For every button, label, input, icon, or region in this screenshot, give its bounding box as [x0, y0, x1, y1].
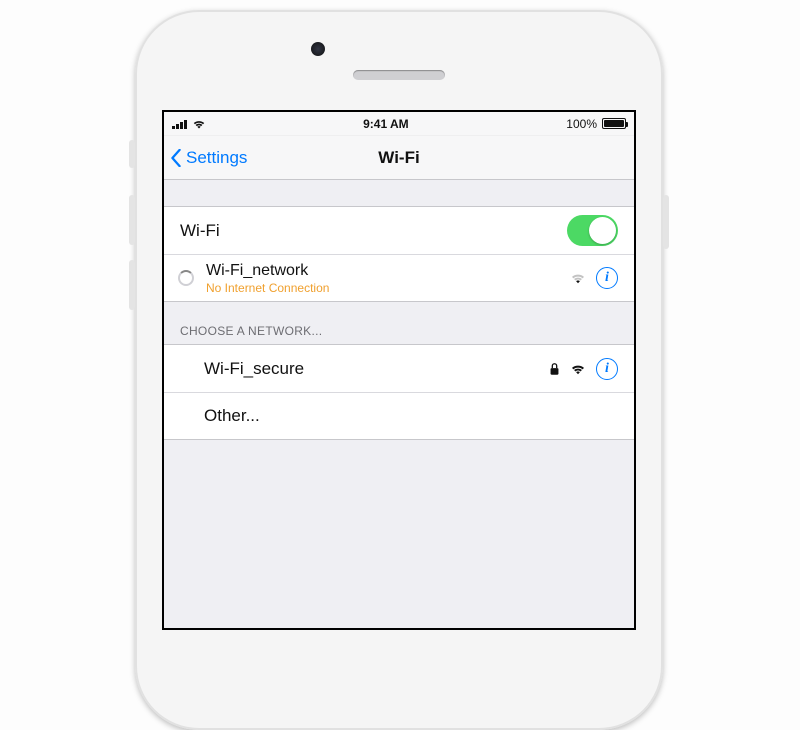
back-label: Settings [186, 148, 247, 168]
wifi-status-icon [192, 119, 206, 129]
volume-down-button [129, 260, 135, 310]
phone-frame: 9:41 AM 100% Settings Wi-Fi Wi-Fi [135, 10, 663, 730]
nav-header: Settings Wi-Fi [164, 136, 634, 180]
networks-section-header: Choose a Network... [164, 302, 634, 344]
screen: 9:41 AM 100% Settings Wi-Fi Wi-Fi [162, 110, 636, 630]
power-button [663, 195, 669, 249]
page-title: Wi-Fi [378, 148, 419, 168]
front-camera [311, 42, 325, 56]
info-icon[interactable]: i [596, 358, 618, 380]
wifi-signal-icon [570, 363, 586, 375]
info-icon[interactable]: i [596, 267, 618, 289]
status-bar: 9:41 AM 100% [164, 112, 634, 136]
network-name: Wi-Fi_secure [204, 359, 549, 379]
connected-network-status: No Internet Connection [206, 281, 570, 295]
wifi-toggle-switch[interactable] [567, 215, 618, 246]
wifi-toggle-row: Wi-Fi [164, 206, 634, 254]
connected-network-name: Wi-Fi_network [206, 262, 570, 280]
mute-switch [129, 140, 135, 168]
battery-icon [602, 118, 626, 129]
network-row[interactable]: Wi-Fi_secure i [164, 344, 634, 392]
earpiece-speaker [353, 70, 445, 80]
wifi-signal-weak-icon [570, 272, 586, 284]
cellular-signal-icon [172, 119, 187, 129]
other-label: Other... [204, 406, 618, 426]
other-network-row[interactable]: Other... [164, 392, 634, 440]
connected-network-row[interactable]: Wi-Fi_network No Internet Connection i [164, 254, 634, 302]
volume-up-button [129, 195, 135, 245]
spinner-icon [178, 270, 194, 286]
back-button[interactable]: Settings [170, 136, 247, 179]
lock-icon [549, 362, 560, 376]
chevron-left-icon [170, 149, 182, 167]
status-time: 9:41 AM [363, 117, 409, 131]
wifi-toggle-label: Wi-Fi [180, 221, 567, 241]
battery-percentage: 100% [566, 117, 597, 131]
